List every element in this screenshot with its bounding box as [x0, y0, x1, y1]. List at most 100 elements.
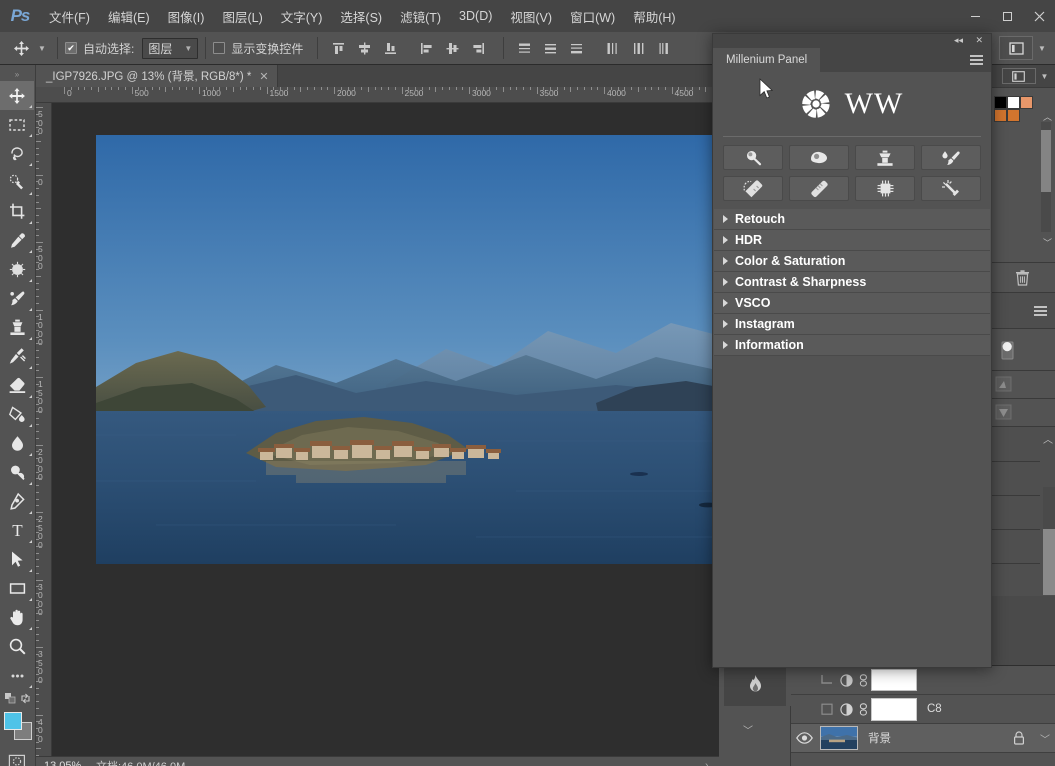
zoom-level[interactable]: 13.05%: [36, 760, 96, 766]
align-right-edges-button[interactable]: [465, 36, 491, 60]
quick-mask-button[interactable]: [0, 748, 34, 766]
auto-select-dropdown[interactable]: 图层 ▼: [142, 38, 198, 59]
scrollbar-thumb[interactable]: [1041, 130, 1051, 192]
menu-item-1[interactable]: 编辑(E): [99, 0, 159, 32]
menu-item-10[interactable]: 帮助(H): [624, 0, 684, 32]
align-left-edges-button[interactable]: [413, 36, 439, 60]
adjustment-layer-icon[interactable]: [837, 703, 855, 716]
color-swatch-4[interactable]: [1007, 109, 1020, 122]
tool-preset-caret-icon[interactable]: ▼: [34, 36, 50, 60]
minimize-button[interactable]: [959, 2, 991, 30]
swap-colors-icon[interactable]: [20, 693, 31, 704]
magnifier-icon[interactable]: [723, 145, 783, 170]
panel-menu-icon[interactable]: [1034, 306, 1047, 316]
distribute-bottom-edges-button[interactable]: [563, 36, 589, 60]
menu-item-4[interactable]: 文字(Y): [272, 0, 332, 32]
history-brush-tool[interactable]: [0, 342, 34, 371]
adjustment-row[interactable]: [990, 370, 1055, 398]
type-tool[interactable]: T: [0, 516, 34, 545]
menu-item-9[interactable]: 窗口(W): [561, 0, 624, 32]
millenium-panel-titlebar[interactable]: ◂◂ ✕: [713, 34, 991, 48]
panel-menu-icon[interactable]: [970, 55, 983, 65]
align-vertical-centers-button[interactable]: [351, 36, 377, 60]
trash-icon[interactable]: [1015, 270, 1030, 286]
quick-selection-tool[interactable]: [0, 168, 34, 197]
tab-millenium-panel[interactable]: Millenium Panel: [713, 48, 820, 72]
crop-tool[interactable]: [0, 197, 34, 226]
blur-tool[interactable]: [0, 429, 34, 458]
bandage-icon[interactable]: [789, 176, 849, 201]
align-bottom-edges-button[interactable]: [377, 36, 403, 60]
patch-icon[interactable]: [723, 176, 783, 201]
scrollbar-thumb[interactable]: [1043, 529, 1055, 595]
move-tool-icon[interactable]: [8, 36, 34, 60]
close-button[interactable]: [1023, 2, 1055, 30]
pen-tool[interactable]: [0, 487, 34, 516]
toolbar-collapse-handle[interactable]: »: [0, 67, 35, 81]
magic-wand-icon[interactable]: [921, 176, 981, 201]
rectangular-marquee-tool[interactable]: [0, 110, 34, 139]
section-header-information[interactable]: Information: [714, 335, 990, 356]
frequency-separation-icon[interactable]: [855, 176, 915, 201]
foreground-color-swatch[interactable]: [4, 712, 22, 730]
chevron-down-icon[interactable]: ﹀: [1043, 236, 1052, 249]
clone-stamp-tool[interactable]: [0, 313, 34, 342]
rectangle-tool[interactable]: [0, 574, 34, 603]
layer-name[interactable]: 背景: [868, 730, 891, 746]
adjustment-layer-icon[interactable]: [837, 674, 855, 687]
close-icon[interactable]: ✕: [259, 70, 268, 83]
adjustment-row[interactable]: [990, 398, 1055, 426]
dock-scrollbar[interactable]: [1043, 487, 1055, 595]
distribute-top-edges-button[interactable]: [511, 36, 537, 60]
canvas-photo[interactable]: [96, 135, 719, 564]
tab-history[interactable]: [724, 666, 786, 706]
auto-select-checkbox[interactable]: ✔: [65, 42, 77, 54]
collapse-icon[interactable]: ◂◂: [954, 35, 963, 46]
section-header-hdr[interactable]: HDR: [714, 230, 990, 251]
section-header-retouch[interactable]: Retouch: [714, 209, 990, 230]
canvas-background[interactable]: [52, 103, 719, 756]
swatches-scrollbar[interactable]: [1041, 122, 1051, 232]
show-transform-checkbox[interactable]: ✔: [213, 42, 225, 54]
clone-stamp-icon[interactable]: [855, 145, 915, 170]
menu-item-8[interactable]: 视图(V): [501, 0, 561, 32]
status-expand-icon[interactable]: ›: [705, 760, 719, 766]
menu-item-5[interactable]: 选择(S): [331, 0, 391, 32]
chevron-down-icon[interactable]: ▼: [1041, 72, 1049, 81]
section-header-instagram[interactable]: Instagram: [714, 314, 990, 335]
lock-icon[interactable]: [1013, 731, 1025, 745]
brush-tool[interactable]: [0, 284, 34, 313]
layer-visibility-toggle[interactable]: [791, 732, 817, 744]
default-colors-icon[interactable]: [5, 693, 16, 704]
maximize-button[interactable]: [991, 2, 1023, 30]
menu-item-7[interactable]: 3D(D): [450, 0, 501, 32]
dodge-tool[interactable]: [0, 458, 34, 487]
zoom-tool[interactable]: [0, 632, 34, 661]
edit-toolbar-more-button[interactable]: [0, 661, 34, 690]
eraser-tool[interactable]: [0, 371, 34, 400]
section-header-color-saturation[interactable]: Color & Saturation: [714, 251, 990, 272]
chevron-up-icon[interactable]: ︿: [1043, 431, 1053, 446]
section-header-contrast-sharpness[interactable]: Contrast & Sharpness: [714, 272, 990, 293]
color-swatch-1[interactable]: [1007, 96, 1020, 109]
align-horizontal-centers-button[interactable]: [439, 36, 465, 60]
healing-brush-icon[interactable]: [921, 145, 981, 170]
distribute-right-edges-button[interactable]: [651, 36, 677, 60]
color-swatch-3[interactable]: [994, 109, 1007, 122]
dodge-burn-icon[interactable]: [789, 145, 849, 170]
arrange-documents-icon[interactable]: [999, 36, 1033, 60]
arrange-documents-icon[interactable]: [1002, 68, 1036, 84]
move-tool[interactable]: [0, 81, 34, 110]
distribute-horizontal-centers-button[interactable]: [625, 36, 651, 60]
link-mask-icon[interactable]: [855, 703, 871, 716]
table-row[interactable]: C8: [791, 695, 1055, 724]
hand-tool[interactable]: [0, 603, 34, 632]
arrange-caret-icon[interactable]: ▼: [1033, 36, 1051, 60]
layer-name[interactable]: C8: [927, 703, 942, 715]
distribute-vertical-centers-button[interactable]: [537, 36, 563, 60]
link-mask-icon[interactable]: [855, 674, 871, 687]
vertical-ruler[interactable]: 5000500100015002000250030003500400: [36, 103, 52, 766]
color-swatch-2[interactable]: [1020, 96, 1033, 109]
chevron-down-icon[interactable]: ﹀: [743, 722, 753, 737]
chevron-down-icon[interactable]: ﹀: [1040, 731, 1050, 746]
